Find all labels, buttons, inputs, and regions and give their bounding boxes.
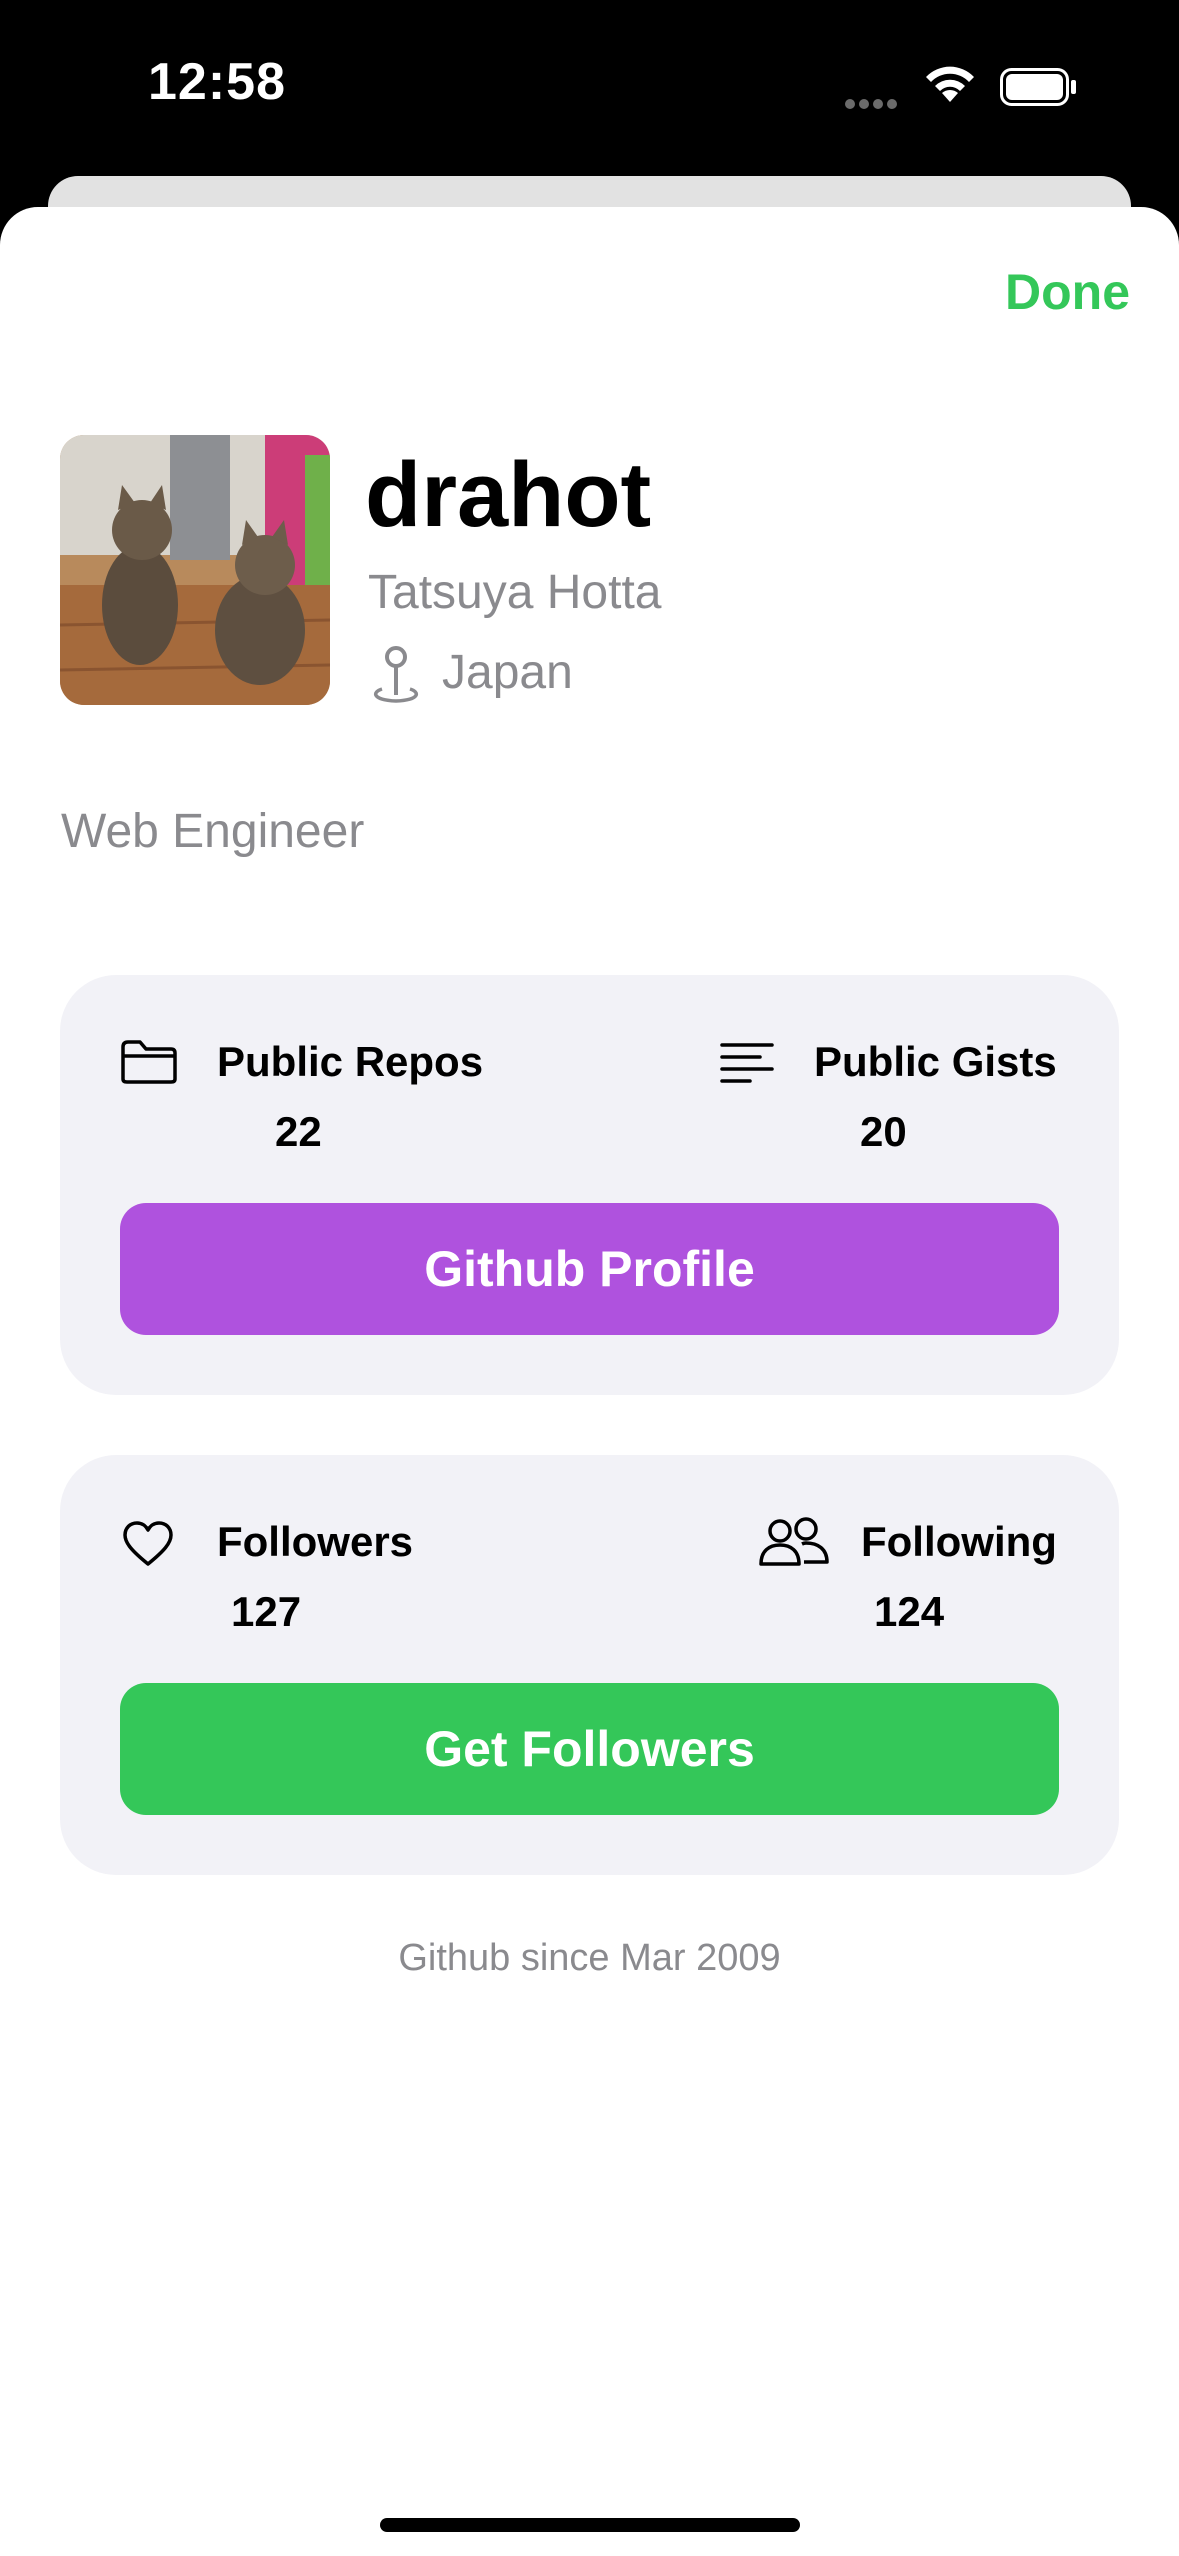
repos-card: Public Repos 22 Public Gists 20 Github P…: [60, 975, 1119, 1395]
done-button[interactable]: Done: [1005, 263, 1130, 321]
github-since-label: Github since Mar 2009: [398, 1937, 781, 1979]
public-repos-label: Public Repos: [217, 1038, 484, 1085]
followers-value: 127: [231, 1588, 302, 1635]
bio: Web Engineer: [61, 805, 365, 858]
following-value: 124: [874, 1588, 945, 1635]
cellular-signal-icon: [845, 96, 901, 114]
public-repos-value: 22: [275, 1108, 322, 1155]
wifi-icon: [926, 66, 974, 102]
public-gists-label: Public Gists: [814, 1038, 1057, 1085]
avatar: [60, 435, 330, 705]
heart-icon: [123, 1521, 173, 1566]
github-profile-button[interactable]: Github Profile: [120, 1203, 1059, 1335]
full-name: Tatsuya Hotta: [368, 566, 662, 619]
followers-label: Followers: [217, 1518, 414, 1565]
status-time: 12:58: [148, 53, 286, 111]
get-followers-button[interactable]: Get Followers: [120, 1683, 1059, 1815]
location: Japan: [442, 646, 573, 699]
following-label: Following: [861, 1518, 1057, 1565]
username: drahot: [365, 444, 652, 546]
status-bar: 12:58: [0, 0, 1179, 170]
text-lines-icon: [720, 1043, 774, 1083]
location-pin-icon: [373, 646, 419, 703]
people-icon: [759, 1517, 829, 1566]
battery-icon: [1000, 68, 1076, 106]
public-gists-value: 20: [860, 1108, 907, 1155]
followers-card: Followers 127 Following 124 Get Follower…: [60, 1455, 1119, 1875]
home-indicator: [380, 2518, 800, 2532]
folder-icon: [121, 1040, 177, 1084]
